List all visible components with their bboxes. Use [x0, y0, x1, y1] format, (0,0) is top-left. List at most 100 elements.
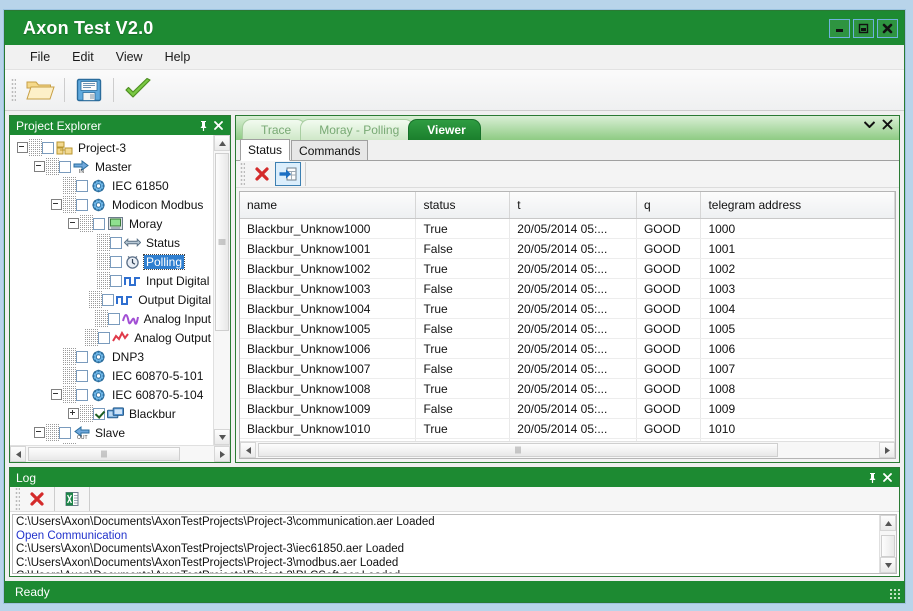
table-row[interactable]: Blackbur_Unknow1008True20/05/2014 05:...… — [240, 379, 895, 399]
tree-item-blackbur[interactable]: Blackbur — [10, 404, 213, 423]
viewer-tab-trace[interactable]: Trace — [242, 119, 306, 140]
grid-column-header[interactable]: status — [416, 192, 510, 219]
viewer-close-button[interactable] — [882, 119, 893, 130]
expander-box[interactable] — [51, 389, 62, 400]
tree-item-checkbox[interactable] — [76, 199, 88, 211]
tree-scroll-down-button[interactable] — [214, 429, 230, 445]
delete-rows-button[interactable] — [249, 162, 275, 186]
minimize-button[interactable] — [829, 19, 850, 38]
tree-item-checkbox[interactable] — [102, 294, 114, 306]
tree-item-iec-60870-5-104[interactable]: IEC 60870-5-104 — [10, 442, 213, 445]
viewer-tab-strip[interactable]: TraceMoray - PollingViewer — [236, 116, 899, 140]
tree-hscroll-track[interactable] — [26, 446, 214, 462]
log-pin-button[interactable] — [865, 470, 880, 485]
resize-grip[interactable] — [889, 588, 901, 600]
log-scroll-track[interactable] — [880, 531, 896, 557]
tree-expander-minus[interactable] — [50, 385, 63, 404]
table-row[interactable]: Blackbur_Unknow1010True20/05/2014 05:...… — [240, 419, 895, 439]
tree-item-input-digital[interactable]: Input Digital — [10, 271, 213, 290]
grid-hscroll-thumb[interactable] — [258, 443, 778, 457]
grid-hscroll-track[interactable] — [256, 442, 879, 458]
grid-column-header[interactable]: telegram address — [701, 192, 895, 219]
tree-hscroll-thumb[interactable] — [28, 447, 180, 461]
expander-box[interactable] — [51, 199, 62, 210]
expander-box[interactable] — [68, 408, 79, 419]
tree-item-checkbox[interactable] — [76, 351, 88, 363]
grid-column-header[interactable]: q — [636, 192, 701, 219]
save-project-button[interactable] — [69, 73, 109, 107]
tree-item-checkbox[interactable] — [108, 313, 120, 325]
status-grid-scroll[interactable]: namestatustqtelegram address Blackbur_Un… — [240, 192, 895, 441]
export-grid-button[interactable] — [275, 162, 301, 186]
tree-hscroll-left-button[interactable] — [10, 446, 26, 462]
tree-scroll-track[interactable] — [214, 151, 230, 429]
grid-hscroll-right-button[interactable] — [879, 442, 895, 458]
table-row[interactable]: Blackbur_Unknow1004True20/05/2014 05:...… — [240, 299, 895, 319]
export-log-excel-button[interactable] — [59, 487, 85, 511]
viewer-tab-viewer[interactable]: Viewer — [408, 119, 480, 140]
log-vertical-scrollbar[interactable] — [879, 515, 896, 573]
close-button[interactable] — [877, 19, 898, 38]
tree-item-checkbox[interactable] — [59, 427, 71, 439]
log-text-area[interactable]: C:\Users\Axon\Documents\AxonTestProjects… — [13, 515, 879, 573]
table-row[interactable]: Blackbur_Unknow1006True20/05/2014 05:...… — [240, 339, 895, 359]
tree-expander-minus[interactable] — [33, 157, 46, 176]
tree-vertical-scrollbar[interactable] — [213, 135, 230, 445]
tree-expander-plus[interactable] — [67, 404, 80, 423]
table-row[interactable]: Blackbur_Unknow1009False20/05/2014 05:..… — [240, 399, 895, 419]
project-explorer-pin-button[interactable] — [196, 118, 211, 133]
tree-scroll-up-button[interactable] — [214, 135, 230, 151]
tree-item-moray[interactable]: Moray — [10, 214, 213, 233]
grid-hscroll-left-button[interactable] — [240, 442, 256, 458]
viewer-tab-moray-polling[interactable]: Moray - Polling — [300, 119, 414, 140]
tree-item-dnp3[interactable]: DNP3 — [10, 347, 213, 366]
table-row[interactable]: Blackbur_Unknow1007False20/05/2014 05:..… — [240, 359, 895, 379]
table-row[interactable]: Blackbur_Unknow1002True20/05/2014 05:...… — [240, 259, 895, 279]
tree-item-modicon-modbus[interactable]: Modicon Modbus — [10, 195, 213, 214]
menu-edit[interactable]: Edit — [61, 47, 105, 67]
toolbar-grip[interactable] — [11, 78, 16, 102]
tree-expander-minus[interactable] — [33, 423, 46, 442]
grid-column-header[interactable]: name — [240, 192, 416, 219]
viewer-sub-tabs[interactable]: StatusCommands — [236, 140, 899, 161]
tree-item-analog-input[interactable]: Analog Input — [10, 309, 213, 328]
viewer-subtab-commands[interactable]: Commands — [291, 140, 368, 160]
tree-item-analog-output[interactable]: Analog Output — [10, 328, 213, 347]
tree-item-iec-60870-5-104[interactable]: IEC 60870-5-104 — [10, 385, 213, 404]
tree-expander-minus[interactable] — [50, 195, 63, 214]
project-explorer-close-button[interactable] — [211, 118, 226, 133]
tree-item-iec-61850[interactable]: IEC 61850 — [10, 176, 213, 195]
tree-expander-minus[interactable] — [16, 138, 29, 157]
tree-item-slave[interactable]: OUTSlave — [10, 423, 213, 442]
viewer-tab-dropdown-button[interactable] — [864, 121, 875, 128]
tree-item-checkbox[interactable] — [59, 161, 71, 173]
log-scroll-thumb[interactable] — [881, 535, 895, 557]
tree-item-checkbox[interactable] — [93, 408, 105, 420]
tree-item-checkbox[interactable] — [98, 332, 110, 344]
expander-box[interactable] — [34, 161, 45, 172]
table-row[interactable]: Blackbur_Unknow1001False20/05/2014 05:..… — [240, 239, 895, 259]
tree-item-checkbox[interactable] — [76, 370, 88, 382]
tree-item-checkbox[interactable] — [76, 389, 88, 401]
maximize-button[interactable] — [853, 19, 874, 38]
menu-help[interactable]: Help — [154, 47, 202, 67]
expander-box[interactable] — [17, 142, 28, 153]
viewer-toolbar-grip[interactable] — [240, 162, 245, 186]
tree-item-checkbox[interactable] — [42, 142, 54, 154]
validate-button[interactable] — [118, 73, 158, 107]
table-row[interactable]: Blackbur_Unknow1005False20/05/2014 05:..… — [240, 319, 895, 339]
open-project-button[interactable] — [20, 73, 60, 107]
tree-item-checkbox[interactable] — [93, 218, 105, 230]
tree-expander-minus[interactable] — [67, 214, 80, 233]
log-toolbar-grip[interactable] — [15, 487, 20, 511]
tree-scroll-thumb[interactable] — [215, 153, 229, 331]
tree-item-checkbox[interactable] — [110, 256, 122, 268]
table-row[interactable]: Blackbur_Unknow1000True20/05/2014 05:...… — [240, 219, 895, 239]
viewer-subtab-status[interactable]: Status — [240, 139, 290, 161]
grid-horizontal-scrollbar[interactable] — [240, 441, 895, 458]
tree-item-checkbox[interactable] — [76, 180, 88, 192]
tree-hscroll-right-button[interactable] — [214, 446, 230, 462]
grid-column-header[interactable]: t — [510, 192, 637, 219]
expander-box[interactable] — [34, 427, 45, 438]
log-scroll-down-button[interactable] — [880, 557, 896, 573]
